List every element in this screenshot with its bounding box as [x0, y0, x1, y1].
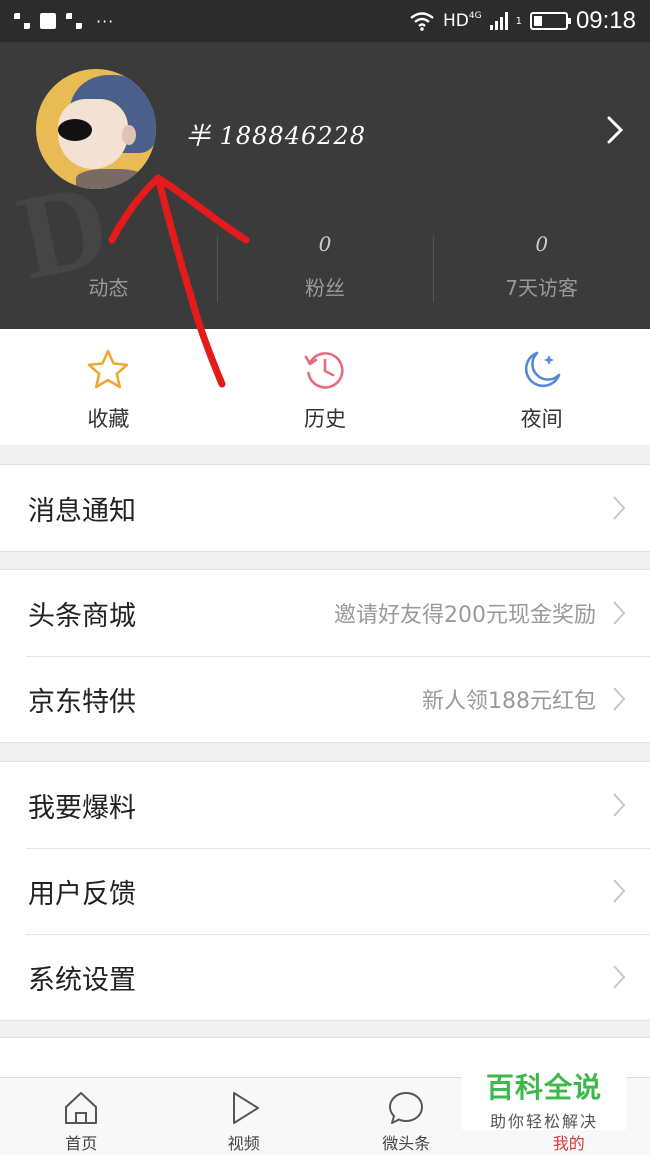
star-icon: [88, 349, 129, 389]
home-icon: [65, 1092, 98, 1124]
chevron-right-icon: [613, 687, 626, 711]
menu-group-notifications: 消息通知: [0, 464, 650, 552]
stat-visitors[interactable]: 0 7天访客: [433, 232, 650, 308]
menu-item-label: 消息通知: [28, 495, 136, 527]
quick-actions: 收藏 历史 夜间: [0, 329, 650, 445]
stat-dynamics[interactable]: 动态: [0, 232, 217, 308]
more-dots-icon: ···: [96, 11, 115, 31]
menu-item-label: 京东特供: [28, 686, 136, 718]
watermark-subtitle: 助你轻松解决: [489, 1112, 598, 1131]
menu-group-shopping: 头条商城 邀请好友得200元现金奖励 京东特供 新人领188元红包: [0, 569, 650, 743]
stat-count: 0: [535, 232, 549, 256]
history-button[interactable]: 历史: [217, 329, 434, 445]
moon-icon: [524, 351, 560, 388]
night-mode-button[interactable]: 夜间: [433, 329, 650, 445]
battery-icon: [529, 12, 571, 30]
menu-item-notifications[interactable]: 消息通知: [0, 465, 650, 551]
menu-item-toutiao-mall[interactable]: 头条商城 邀请好友得200元现金奖励: [0, 570, 650, 656]
tab-label: 我的: [552, 1134, 585, 1153]
grid-icon: [66, 13, 82, 29]
menu-item-promo: 邀请好友得200元现金奖励: [334, 603, 596, 628]
signal-sub: 1: [515, 15, 522, 27]
avatar[interactable]: [36, 69, 156, 189]
tab-home[interactable]: 首页: [0, 1078, 163, 1155]
clock: 09:18: [575, 7, 636, 34]
menu-item-label: 用户反馈: [28, 878, 136, 910]
chevron-right-icon: [613, 793, 626, 817]
stat-followers[interactable]: 0 粉丝: [216, 232, 434, 308]
chevron-right-icon[interactable]: [606, 115, 624, 145]
menu-group-other: 我要爆料 用户反馈 系统设置: [0, 761, 650, 1021]
profile-stats: 动态 0 粉丝 0 7天访客: [0, 232, 650, 308]
watermark-logo: 百科全说 助你轻松解决: [462, 1062, 626, 1131]
menu-item-jd-special[interactable]: 京东特供 新人领188元红包: [0, 656, 650, 742]
stat-label: 动态: [88, 276, 129, 300]
chevron-right-icon: [613, 496, 626, 520]
menu-item-label: 头条商城: [28, 600, 136, 632]
history-clock-icon: [304, 352, 344, 389]
history-label: 历史: [304, 407, 346, 431]
watermark-title: 百科全说: [485, 1071, 602, 1104]
menu-item-settings[interactable]: 系统设置: [0, 934, 650, 1020]
menu-item-label: 系统设置: [28, 964, 136, 996]
stat-label: 7天访客: [505, 276, 579, 300]
favorites-button[interactable]: 收藏: [0, 329, 217, 445]
chat-bubble-icon: [389, 1092, 424, 1124]
tab-label: 微头条: [382, 1134, 431, 1153]
tab-label: 视频: [227, 1134, 260, 1153]
menu-item-label: 我要爆料: [28, 792, 136, 824]
signal-icon: [489, 12, 508, 30]
image-icon: [40, 13, 56, 29]
wifi-icon: [410, 12, 434, 31]
menu-item-promo: 新人领188元红包: [422, 689, 596, 714]
stat-count: [0, 232, 217, 260]
stat-count: 0: [318, 232, 332, 256]
tab-label: 首页: [65, 1134, 98, 1153]
chevron-right-icon: [613, 965, 626, 989]
username[interactable]: 半 188846228: [186, 116, 366, 151]
play-icon: [232, 1092, 259, 1124]
night-mode-label: 夜间: [520, 407, 563, 431]
menu-item-feedback[interactable]: 用户反馈: [0, 848, 650, 934]
profile-header[interactable]: D 半 188846228 动态 0 粉丝 0 7天访客: [0, 42, 650, 329]
favorites-label: 收藏: [87, 407, 130, 431]
chevron-right-icon: [613, 879, 626, 903]
tab-video[interactable]: 视频: [163, 1078, 326, 1155]
network-type: HD4G: [442, 11, 482, 31]
stat-label: 粉丝: [305, 276, 345, 300]
menu-item-report[interactable]: 我要爆料: [0, 762, 650, 848]
status-bar: ··· HD4G 1 09:18: [0, 0, 650, 42]
chevron-right-icon: [613, 601, 626, 625]
grid-icon: [14, 13, 30, 29]
